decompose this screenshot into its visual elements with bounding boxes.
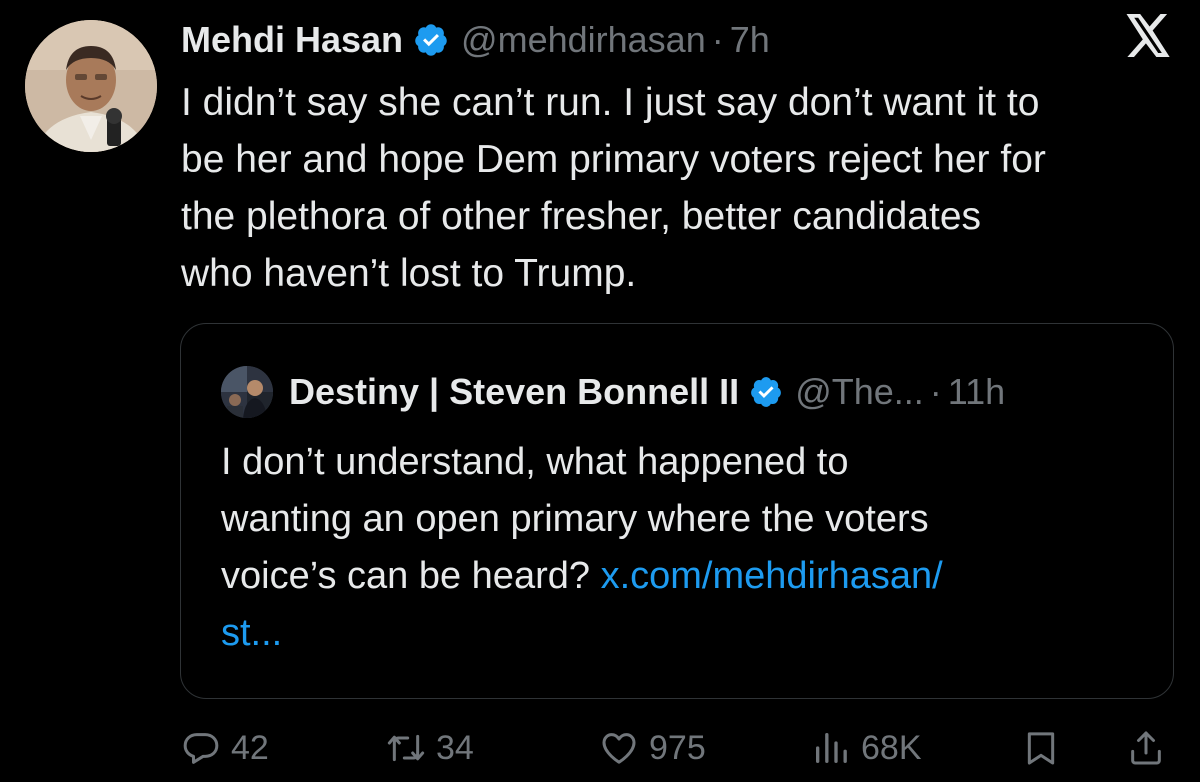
author-avatar[interactable] [25, 20, 157, 152]
verified-badge-icon [749, 375, 783, 409]
repost-count: 34 [436, 728, 474, 767]
header-separator: · [711, 19, 724, 60]
like-count: 975 [649, 728, 706, 767]
quote-timestamp[interactable]: 11h [948, 371, 1005, 413]
quote-text-line: st... [221, 605, 1121, 662]
quote-author-name[interactable]: Destiny | Steven Bonnell II [289, 371, 739, 413]
quote-link-continued[interactable]: st... [221, 612, 282, 654]
views-button[interactable]: 68K [811, 718, 922, 778]
tweet-text-line: I didn’t say she can’t run. I just say d… [181, 81, 1040, 124]
quote-link[interactable]: x.com/mehdirhasan/ [601, 555, 943, 597]
tweet-text: I didn’t say she can’t run. I just say d… [181, 74, 1181, 302]
quote-text-segment: voice’s can be heard? [221, 555, 601, 597]
quote-text-line: voice’s can be heard? x.com/mehdirhasan/ [221, 548, 1121, 605]
share-icon [1126, 728, 1166, 768]
quote-header-separator: · [929, 371, 942, 412]
bookmark-button[interactable] [1021, 718, 1061, 778]
views-icon [811, 728, 851, 768]
author-name[interactable]: Mehdi Hasan [181, 19, 403, 61]
reply-button[interactable]: 42 [181, 718, 269, 778]
tweet-text-line: who haven’t lost to Trump. [181, 252, 637, 295]
quote-text-line: I don’t understand, what happened to [221, 441, 849, 483]
quote-author-avatar[interactable] [221, 366, 273, 418]
tweet-text-line: be her and hope Dem primary voters rejec… [181, 138, 1046, 181]
like-button[interactable]: 975 [599, 718, 706, 778]
author-avatar-image [25, 20, 157, 152]
tweet-header: Mehdi Hasan @mehdirhasan · 7h [181, 12, 1090, 68]
reply-icon [181, 728, 221, 768]
quote-text-line: wanting an open primary where the voters [221, 498, 929, 540]
tweet-text-line: the plethora of other fresher, better ca… [181, 195, 982, 238]
action-bar: 42 34 975 68K [181, 718, 1176, 778]
repost-button[interactable]: 34 [386, 718, 474, 778]
quote-author-handle[interactable]: @The... [795, 371, 924, 413]
bookmark-icon [1021, 728, 1061, 768]
tweet[interactable]: Mehdi Hasan @mehdirhasan · 7h I didn’t s… [0, 0, 1200, 782]
tweet-timestamp[interactable]: 7h [730, 19, 770, 61]
heart-icon [599, 728, 639, 768]
quote-avatar-image [221, 366, 273, 418]
reply-count: 42 [231, 728, 269, 767]
quote-text: I don’t understand, what happened to wan… [221, 434, 1121, 662]
views-count: 68K [861, 728, 922, 767]
quote-tweet-card[interactable]: Destiny | Steven Bonnell II @The... · 11… [180, 323, 1174, 699]
x-logo-icon [1124, 14, 1172, 58]
quote-header: Destiny | Steven Bonnell II @The... · 11… [221, 364, 1005, 420]
verified-badge-icon [413, 22, 449, 58]
share-button[interactable] [1126, 718, 1166, 778]
repost-icon [386, 728, 426, 768]
author-handle[interactable]: @mehdirhasan [461, 19, 706, 61]
